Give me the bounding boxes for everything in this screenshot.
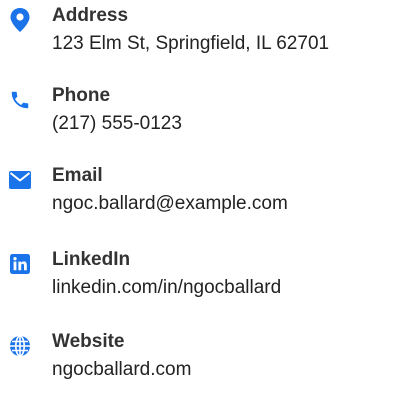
contact-value-email[interactable]: ngoc.ballard@example.com — [52, 192, 288, 216]
phone-icon — [8, 88, 32, 112]
contact-value-linkedin[interactable]: linkedin.com/in/ngocballard — [52, 276, 281, 300]
contact-value-address: 123 Elm St, Springfield, IL 62701 — [52, 33, 330, 54]
contact-item-email: Email ngoc.ballard@example.com — [0, 160, 396, 230]
globe-icon — [8, 334, 32, 358]
contact-item-address: Address 123 Elm St, Springfield, IL 6270… — [0, 0, 396, 70]
map-pin-icon — [8, 8, 32, 32]
contact-label-website: Website — [52, 331, 125, 352]
contact-label-address: Address — [52, 5, 129, 26]
contact-label-phone: Phone — [52, 85, 111, 106]
contact-item-website: Website ngocballard.com — [0, 326, 396, 396]
linkedin-icon — [8, 252, 32, 276]
contact-label-email: Email — [52, 165, 103, 186]
contact-item-linkedin: LinkedIn linkedin.com/in/ngocballard — [0, 244, 396, 314]
contact-list: Address 123 Elm St, Springfield, IL 6270… — [0, 0, 396, 388]
contact-value-website[interactable]: ngocballard.com — [52, 358, 191, 382]
contact-label-linkedin: LinkedIn — [52, 249, 131, 270]
envelope-icon — [8, 168, 32, 192]
contact-value-phone[interactable]: (217) 555-0123 — [52, 112, 182, 136]
contact-item-phone: Phone (217) 555-0123 — [0, 80, 396, 150]
